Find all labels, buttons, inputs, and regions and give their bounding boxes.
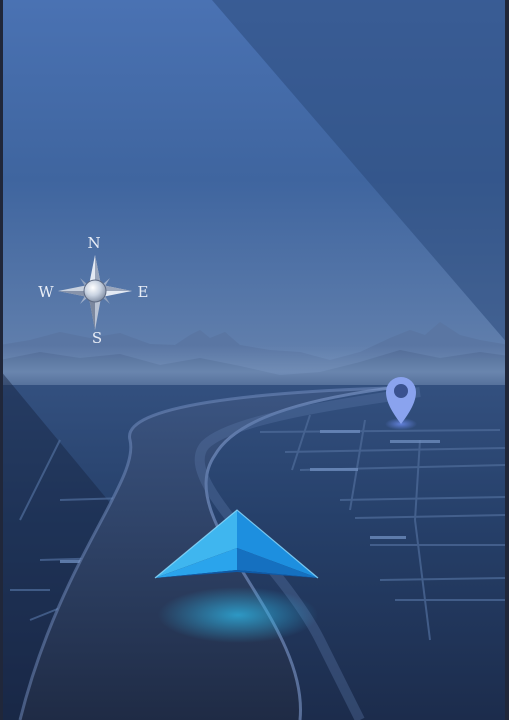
compass-north-label: N — [87, 234, 100, 252]
horizon-mist — [0, 345, 509, 390]
frame-edge-left — [0, 0, 3, 720]
navigation-scene: N S E W — [0, 0, 509, 720]
frame-edge-right — [505, 0, 509, 720]
compass-west-label: W — [38, 283, 54, 301]
compass-south-label: S — [92, 329, 102, 347]
arrow-glow — [158, 587, 318, 643]
compass-east-label: E — [138, 283, 149, 301]
splash-screen: N S E W — [0, 0, 509, 720]
